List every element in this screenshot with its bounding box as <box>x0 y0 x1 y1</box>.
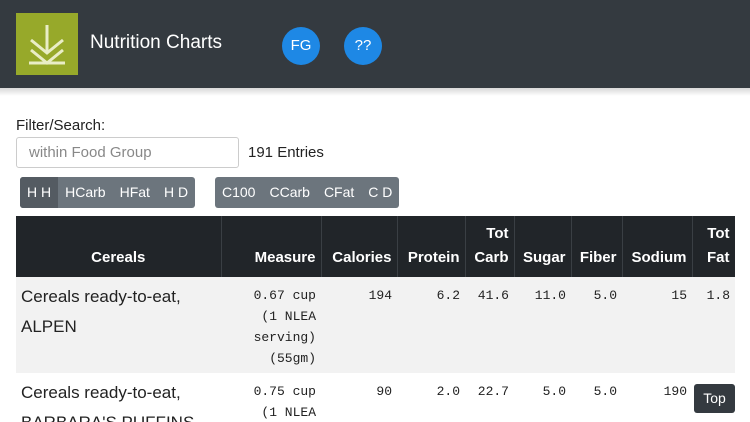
scroll-top-button[interactable]: Top <box>694 384 735 413</box>
fiber-cell: 5.0 <box>571 277 622 373</box>
column-header-fiber[interactable]: Fiber <box>571 216 623 277</box>
protein-cell: 2.0 <box>397 373 465 422</box>
nutrition-table-container[interactable]: Cereals Measure Calories Protein Tot Carb… <box>16 216 735 422</box>
column-header-food[interactable]: Cereals <box>16 216 222 277</box>
table-row[interactable]: Cereals ready-to-eat, ALPEN 0.67 cup (1 NL… <box>16 277 735 373</box>
table-header-row: Cereals Measure Calories Protein Tot Carb… <box>16 216 735 277</box>
column-header-fat[interactable]: Tot Fat <box>692 216 735 277</box>
column-header-calories[interactable]: Calories <box>321 216 398 277</box>
sort-hd-button[interactable]: H D <box>157 177 195 208</box>
sort-group-high: H H HCarb HFat H D <box>20 177 196 208</box>
sort-cd-button[interactable]: C D <box>361 177 399 208</box>
header-shadow <box>0 88 750 96</box>
sugar-cell: 5.0 <box>514 373 571 422</box>
sort-ccarb-button[interactable]: CCarb <box>262 177 316 208</box>
app-logo-icon[interactable] <box>16 13 78 75</box>
protein-cell: 6.2 <box>397 277 465 373</box>
food-name-cell: Cereals ready-to-eat, ALPEN <box>16 277 221 373</box>
sort-hh-button[interactable]: H H <box>20 177 59 208</box>
sort-c100-button[interactable]: C100 <box>215 177 262 208</box>
carb-cell: 41.6 <box>465 277 514 373</box>
sort-hfat-button[interactable]: HFat <box>113 177 157 208</box>
column-header-protein[interactable]: Protein <box>397 216 466 277</box>
calories-cell: 194 <box>321 277 397 373</box>
entries-count: 191 Entries <box>248 144 324 161</box>
sugar-cell: 11.0 <box>514 277 571 373</box>
sort-hcarb-button[interactable]: HCarb <box>58 177 112 208</box>
column-header-sodium[interactable]: Sodium <box>622 216 693 277</box>
filter-label: Filter/Search: <box>16 117 106 134</box>
app-title: Nutrition Charts <box>90 32 222 53</box>
sodium-cell: 190 <box>622 373 692 422</box>
food-name-cell: Cereals ready-to-eat,BARBARA'S PUFFINS, <box>16 373 221 422</box>
calories-cell: 90 <box>321 373 397 422</box>
measure-cell: 0.75 cup (1 NLEA <box>221 373 321 422</box>
sort-cfat-button[interactable]: CFat <box>317 177 361 208</box>
fiber-cell: 5.0 <box>571 373 622 422</box>
measure-cell: 0.67 cup (1 NLEA serving) (55gm) <box>221 277 321 373</box>
help-button[interactable]: ?? <box>344 27 382 65</box>
carb-cell: 22.7 <box>465 373 514 422</box>
column-header-measure[interactable]: Measure <box>221 216 322 277</box>
sort-group-calorie: C100 CCarb CFat C D <box>215 177 400 208</box>
search-input[interactable] <box>16 137 239 168</box>
column-header-sugar[interactable]: Sugar <box>514 216 572 277</box>
food-group-button[interactable]: FG <box>282 27 320 65</box>
table-row[interactable]: Cereals ready-to-eat,BARBARA'S PUFFINS, … <box>16 373 735 422</box>
app-header: Nutrition Charts FG ?? <box>0 0 750 88</box>
fat-cell: 1.8 <box>692 277 735 373</box>
nutrition-table: Cereals Measure Calories Protein Tot Carb… <box>16 216 735 422</box>
column-header-carb[interactable]: Tot Carb <box>465 216 515 277</box>
sodium-cell: 15 <box>622 277 692 373</box>
